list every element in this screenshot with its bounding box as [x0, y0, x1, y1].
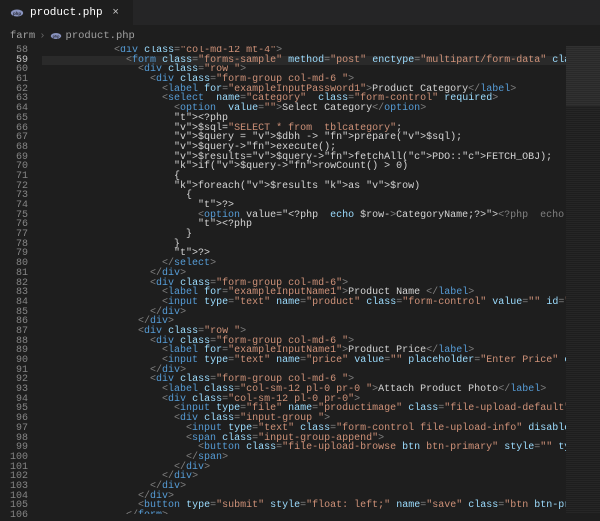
tab-bar: php product.php × — [0, 0, 600, 26]
tab-label: product.php — [30, 7, 103, 19]
code-content[interactable]: <div class="col-md-12 mt-4"> <form class… — [38, 46, 566, 514]
chevron-right-icon: › — [39, 30, 45, 42]
breadcrumb-item[interactable]: farm — [10, 30, 35, 42]
breadcrumb-item[interactable]: product.php — [66, 30, 135, 42]
svg-text:php: php — [13, 10, 21, 15]
tab-product-php[interactable]: php product.php × — [0, 0, 134, 25]
minimap[interactable] — [566, 46, 600, 514]
minimap-content — [566, 46, 600, 514]
close-icon[interactable]: × — [109, 6, 123, 20]
svg-text:php: php — [52, 35, 60, 39]
code-editor[interactable]: 5859606162636465666768697071727374757677… — [0, 46, 600, 514]
minimap-viewport[interactable] — [566, 46, 600, 106]
php-icon: php — [10, 6, 24, 20]
breadcrumb: farm › php product.php — [0, 26, 600, 46]
php-icon: php — [50, 30, 62, 42]
line-number-gutter: 5859606162636465666768697071727374757677… — [0, 46, 38, 514]
line-number: 106 — [0, 511, 28, 521]
